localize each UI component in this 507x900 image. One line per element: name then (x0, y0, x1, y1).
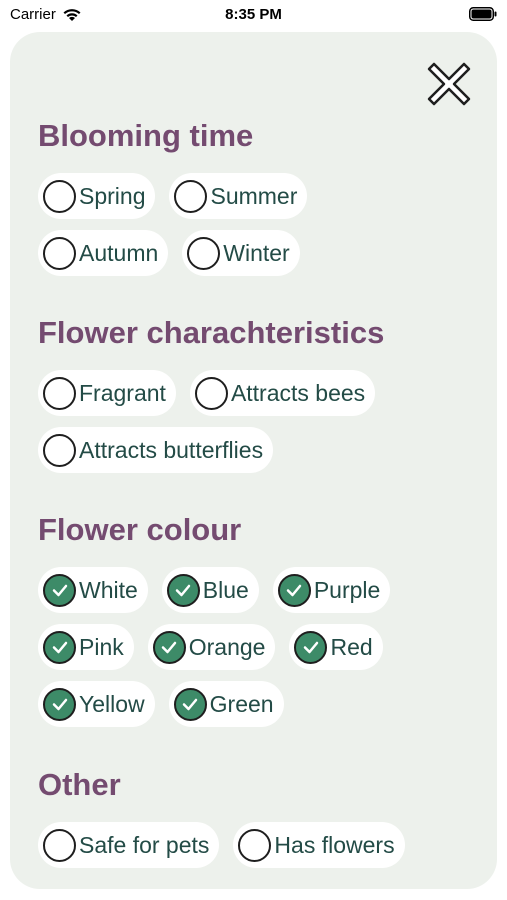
blooming-time-row-1: Spring Summer (38, 173, 308, 219)
chip-winter[interactable]: Winter (182, 230, 300, 276)
radio-icon (43, 376, 76, 410)
radio-icon (43, 236, 76, 270)
chip-autumn[interactable]: Autumn (38, 230, 169, 276)
colour-row-3: Yellow Green (38, 681, 284, 727)
chip-orange[interactable]: Orange (147, 624, 276, 670)
chip-white[interactable]: White (38, 567, 148, 613)
other-row-1: Safe for pets Has flowers (38, 822, 405, 868)
radio-icon (194, 376, 228, 410)
check-icon (166, 573, 200, 607)
chip-purple[interactable]: Purple (272, 567, 391, 613)
radio-icon (187, 236, 221, 270)
chip-label: Fragrant (79, 379, 166, 406)
chip-label: Autumn (79, 239, 159, 266)
characteristics-row-1: Fragrant Attracts bees (38, 370, 376, 416)
section-title-flower-colour: Flower colour (38, 512, 242, 547)
check-icon (173, 687, 207, 721)
chip-summer[interactable]: Summer (169, 173, 308, 219)
chip-label: Attracts butterflies (79, 436, 264, 463)
blooming-time-row-2: Autumn Winter (38, 230, 300, 276)
radio-icon (43, 433, 76, 467)
check-icon (277, 573, 311, 607)
chip-label: Pink (79, 633, 124, 660)
check-icon (43, 630, 76, 664)
chip-pink[interactable]: Pink (38, 624, 134, 670)
chip-label: White (79, 576, 138, 603)
radio-icon (43, 179, 76, 213)
chip-label: Yellow (79, 690, 145, 717)
chip-fragrant[interactable]: Fragrant (38, 370, 176, 416)
chip-blue[interactable]: Blue (161, 567, 259, 613)
colour-row-2: Pink Orange Red (38, 624, 383, 670)
section-title-blooming-time: Blooming time (38, 118, 254, 153)
chip-label: Orange (188, 633, 266, 660)
chip-yellow[interactable]: Yellow (38, 681, 155, 727)
colour-row-1: White Blue Purple (38, 567, 391, 613)
chip-label: Spring (79, 182, 146, 209)
radio-icon (238, 828, 272, 862)
chip-safe-for-pets[interactable]: Safe for pets (38, 822, 220, 868)
section-title-other: Other (38, 767, 121, 802)
check-icon (152, 630, 186, 664)
chip-label: Green (209, 690, 274, 717)
characteristics-row-2: Attracts butterflies (38, 427, 274, 473)
chip-label: Summer (210, 182, 298, 209)
chip-red[interactable]: Red (289, 624, 383, 670)
chip-green[interactable]: Green (168, 681, 284, 727)
chip-attracts-butterflies[interactable]: Attracts butterflies (38, 427, 274, 473)
chip-label: Winter (223, 239, 290, 266)
chip-label: Purple (313, 576, 381, 603)
radio-icon (174, 179, 208, 213)
check-icon (43, 573, 76, 607)
chip-attracts-bees[interactable]: Attracts bees (189, 370, 376, 416)
chip-label: Attracts bees (230, 379, 366, 406)
chip-label: Safe for pets (79, 831, 210, 858)
radio-icon (43, 828, 76, 862)
chip-spring[interactable]: Spring (38, 173, 156, 219)
status-time: 8:35 PM (225, 6, 282, 23)
section-title-characteristics: Flower charachteristics (38, 315, 385, 350)
chip-label: Has flowers (274, 831, 395, 858)
chip-label: Blue (202, 576, 249, 603)
check-icon (294, 630, 328, 664)
battery-icon (469, 7, 497, 21)
chip-label: Red (330, 633, 373, 660)
status-bar: Carrier 8:35 PM (0, 0, 507, 30)
check-icon (43, 687, 76, 721)
close-icon[interactable] (425, 60, 473, 108)
chip-has-flowers[interactable]: Has flowers (233, 822, 405, 868)
filter-sheet: Blooming time Spring Summer Autumn Winte… (10, 32, 497, 889)
